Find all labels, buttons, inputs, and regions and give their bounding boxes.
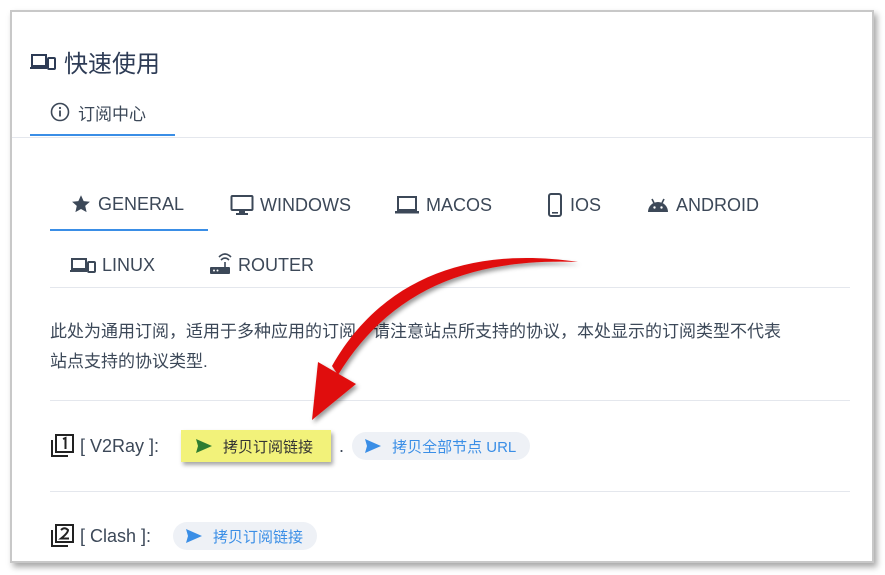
button-label: 拷贝订阅链接: [213, 528, 304, 546]
tab-label: 订阅中心: [78, 104, 146, 124]
info-circle-icon: [50, 102, 70, 122]
tab-linux[interactable]: LINUX: [70, 239, 155, 291]
phone-icon: [546, 193, 564, 217]
tab-router[interactable]: ROUTER: [208, 239, 314, 291]
monitor-icon: [230, 194, 254, 216]
number-1-icon: [50, 434, 74, 458]
divider: [12, 137, 872, 138]
router-icon: [208, 253, 232, 277]
separator: .: [339, 435, 345, 456]
clash-row: [ Clash ]: 拷贝订阅链接: [50, 522, 318, 550]
tab-label: WINDOWS: [260, 194, 351, 215]
copy-all-node-url-button[interactable]: 拷贝全部节点 URL: [352, 432, 531, 460]
star-icon: [70, 193, 92, 215]
description-line: 站点支持的协议类型.: [50, 352, 208, 371]
copy-subscription-link-button[interactable]: 拷贝订阅链接: [173, 522, 318, 550]
devices-icon: [30, 52, 56, 72]
send-icon: [195, 438, 213, 454]
tab-general[interactable]: GENERAL: [50, 179, 208, 231]
tab-subscription-center[interactable]: 订阅中心: [30, 90, 175, 136]
devices-icon: [70, 255, 96, 275]
copy-subscription-link-button[interactable]: 拷贝订阅链接: [181, 430, 332, 462]
button-label: 拷贝订阅链接: [223, 438, 314, 456]
tab-macos[interactable]: MACOS: [394, 179, 492, 231]
subscription-description: 此处为通用订阅，适用于多种应用的订阅，请注意站点所支持的协议，本处显示的订阅类型…: [50, 317, 855, 377]
divider: [50, 400, 850, 401]
divider: [50, 287, 850, 288]
tab-android[interactable]: ANDROID: [646, 179, 759, 231]
send-icon: [364, 438, 382, 454]
page-title: 快速使用: [64, 51, 160, 78]
divider: [50, 491, 850, 492]
row-label: [ Clash ]:: [80, 525, 152, 546]
description-line: 此处为通用订阅，适用于多种应用的订阅，请注意站点所支持的协议，本处显示的订阅类型…: [50, 322, 781, 341]
tab-windows[interactable]: WINDOWS: [230, 179, 351, 231]
panel-header: 快速使用: [30, 44, 160, 79]
v2ray-row: [ V2Ray ]: 拷贝订阅链接 . 拷贝全部节点 URL: [50, 430, 531, 462]
tab-label: ROUTER: [238, 254, 314, 275]
button-label: 拷贝全部节点 URL: [392, 438, 517, 456]
laptop-icon: [394, 194, 420, 216]
tab-label: IOS: [570, 194, 602, 215]
tab-label: ANDROID: [676, 194, 760, 215]
tab-label: GENERAL: [98, 193, 185, 214]
quick-start-panel: 快速使用 订阅中心 GENERAL WINDOWS MACOS IOS ANDR…: [10, 10, 874, 563]
tab-ios[interactable]: IOS: [546, 179, 601, 231]
number-2-icon: [50, 524, 74, 548]
android-icon: [646, 195, 670, 215]
tab-label: MACOS: [426, 194, 493, 215]
tab-label: LINUX: [102, 254, 156, 275]
row-label: [ V2Ray ]:: [80, 435, 160, 456]
send-icon: [185, 528, 203, 544]
